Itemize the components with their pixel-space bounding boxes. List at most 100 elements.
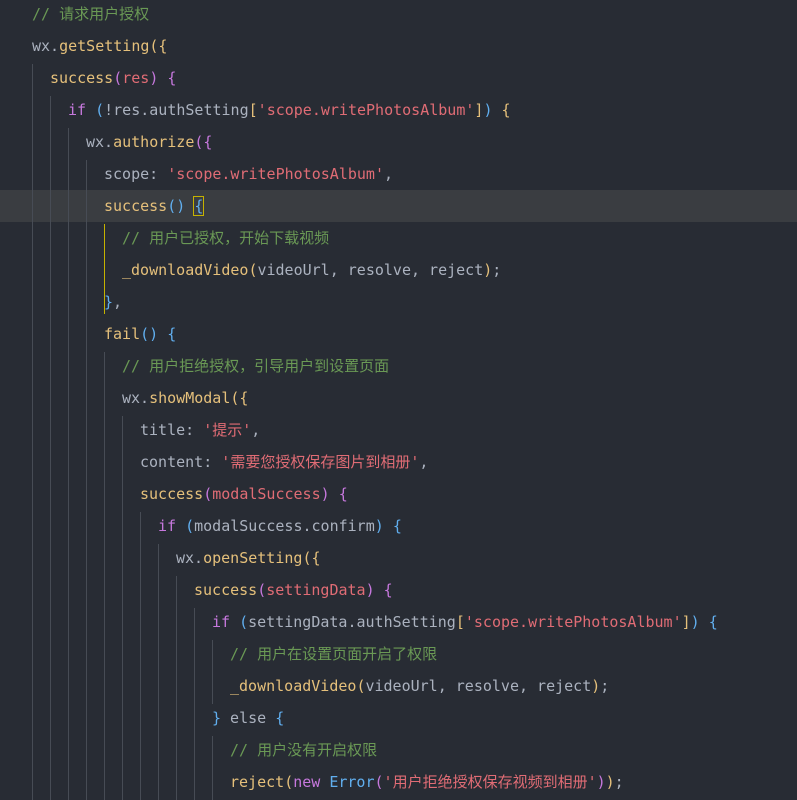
code-token: title: <box>140 421 204 439</box>
code-token: } <box>212 709 222 727</box>
code-token: ' <box>383 773 393 791</box>
code-line[interactable]: // 请求用户授权 <box>0 0 797 30</box>
code-token: { <box>193 196 205 216</box>
code-token: // 用户拒绝授权，引导用户到设置页面 <box>122 357 390 375</box>
code-line[interactable]: _downloadVideo(videoUrl, resolve, reject… <box>0 254 797 286</box>
code-token: success <box>194 581 258 599</box>
code-token: // 用户已授权，开始下载视频 <box>122 229 330 247</box>
code-line[interactable]: }, <box>0 286 797 318</box>
code-token: ({ <box>194 133 213 151</box>
code-token: { <box>167 69 177 87</box>
indent-guide <box>68 128 69 800</box>
code-line[interactable]: success() { <box>0 190 797 222</box>
code-token: scope.writePhotosAlbum <box>473 613 673 631</box>
code-line[interactable]: success(modalSuccess) { <box>0 478 797 510</box>
code-line[interactable]: // 用户没有开启权限 <box>0 734 797 766</box>
code-token: ( <box>95 101 105 119</box>
code-line[interactable]: title: '提示', <box>0 414 797 446</box>
code-token: ] <box>681 613 691 631</box>
code-line[interactable]: success(settingData) { <box>0 574 797 606</box>
code-token: reject <box>230 773 285 791</box>
code-token: showModal <box>149 389 231 407</box>
code-token: () <box>140 325 159 343</box>
indent-guide <box>158 544 159 800</box>
code-line[interactable]: fail() { <box>0 318 797 350</box>
code-line[interactable]: success(res) { <box>0 62 797 94</box>
code-token: ' <box>587 773 597 791</box>
code-token: ) <box>591 677 601 695</box>
code-token: // 用户在设置页面开启了权限 <box>230 645 438 663</box>
code-line[interactable]: if (modalSuccess.confirm) { <box>0 510 797 542</box>
code-token: { <box>338 485 348 503</box>
code-line[interactable]: reject(new Error('用户拒绝授权保存视频到相册')); <box>0 766 797 798</box>
code-token: , <box>251 421 261 439</box>
code-token: scope.writePhotosAlbum <box>266 101 466 119</box>
code-token: [ <box>248 101 258 119</box>
code-token: wx. <box>86 133 114 151</box>
code-token: if <box>158 517 177 535</box>
code-token: videoUrl, resolve, reject <box>365 677 592 695</box>
code-token: getSetting <box>59 37 150 55</box>
indent-guide <box>212 736 213 800</box>
indent-guide <box>176 576 177 800</box>
code-line[interactable]: wx.getSetting({ <box>0 30 797 62</box>
code-line[interactable]: wx.openSetting({ <box>0 542 797 574</box>
code-token: ) <box>690 613 700 631</box>
code-token: _downloadVideo <box>122 261 249 279</box>
code-token: modalSuccess.confirm <box>194 517 375 535</box>
code-token: , <box>383 165 393 183</box>
indent-guide <box>104 352 105 800</box>
code-token: { <box>383 581 393 599</box>
code-line[interactable]: wx.showModal({ <box>0 382 797 414</box>
code-token: ) <box>374 517 384 535</box>
code-token: ( <box>284 773 294 791</box>
code-token: // 用户没有开启权限 <box>230 741 378 759</box>
code-line[interactable]: } else { <box>0 702 797 734</box>
code-token: wx. <box>32 37 60 55</box>
code-token: [ <box>455 613 465 631</box>
code-token: 需要您授权保存图片到相册 <box>230 453 411 471</box>
code-line[interactable]: content: '需要您授权保存图片到相册', <box>0 446 797 478</box>
code-line[interactable]: scope: 'scope.writePhotosAlbum', <box>0 158 797 190</box>
code-token: success <box>104 197 168 215</box>
code-token: !res.authSetting <box>104 101 249 119</box>
code-token: ; <box>492 261 502 279</box>
code-token: () <box>167 197 186 215</box>
code-token: { <box>275 709 285 727</box>
code-token: ) <box>365 581 375 599</box>
code-token: scope.writePhotosAlbum <box>176 165 375 183</box>
code-line[interactable]: _downloadVideo(videoUrl, resolve, reject… <box>0 670 797 702</box>
code-line[interactable]: if (settingData.authSetting['scope.write… <box>0 606 797 638</box>
code-line[interactable]: wx.authorize({ <box>0 126 797 158</box>
code-token: , <box>419 453 429 471</box>
code-editor[interactable]: reject(new Error('用户拒绝授权保存视频到相册'));// 用户… <box>0 0 797 800</box>
bracket-guide <box>104 224 105 314</box>
code-token: { <box>392 517 402 535</box>
code-token: ' <box>242 421 252 439</box>
code-token: ; <box>600 677 610 695</box>
code-token: ( <box>239 613 249 631</box>
code-line[interactable]: // 用户在设置页面开启了权限 <box>0 638 797 670</box>
code-token: { <box>501 101 511 119</box>
code-token: ({ <box>230 389 249 407</box>
code-token: ' <box>203 421 213 439</box>
code-line[interactable]: if (!res.authSetting['scope.writePhotosA… <box>0 94 797 126</box>
code-token: } <box>104 293 114 311</box>
code-line[interactable]: // 用户拒绝授权，引导用户到设置页面 <box>0 350 797 382</box>
indent-guide <box>86 160 87 800</box>
code-token: modalSuccess <box>212 485 321 503</box>
code-token: wx. <box>122 389 150 407</box>
code-token: Error <box>329 773 375 791</box>
code-token: ' <box>374 165 384 183</box>
code-token: ( <box>113 69 123 87</box>
code-token: if <box>212 613 231 631</box>
code-token: ) <box>596 773 606 791</box>
code-line[interactable]: // 用户已授权，开始下载视频 <box>0 222 797 254</box>
indent-guide <box>140 512 141 800</box>
code-token: ({ <box>302 549 321 567</box>
code-token: 用户拒绝授权保存视频到相册 <box>392 773 588 791</box>
